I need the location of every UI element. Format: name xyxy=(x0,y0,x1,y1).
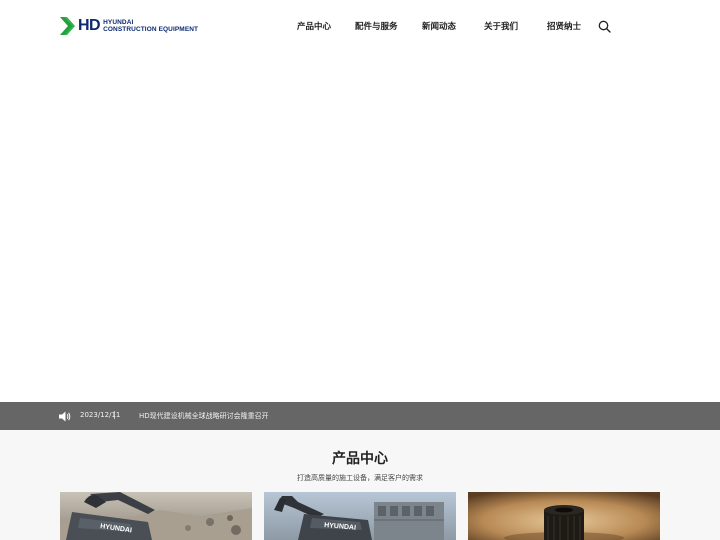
nav-item-parts-service[interactable]: 配件与服务 xyxy=(355,20,398,32)
news-headline-link[interactable]: HD现代建设机械全球战略研讨会隆重召开 xyxy=(139,411,269,421)
logo-line-2: CONSTRUCTION EQUIPMENT xyxy=(103,26,199,33)
nav-item-products[interactable]: 产品中心 xyxy=(297,20,331,32)
logo-wordmark: HYUNDAI CONSTRUCTION EQUIPMENT xyxy=(103,19,198,33)
site-header: HD HYUNDAI CONSTRUCTION EQUIPMENT 产品中心 配… xyxy=(0,0,720,52)
news-separator: | xyxy=(113,410,116,419)
section-subtitle: 打造高质量的施工设备，满足客户的需求 xyxy=(297,474,423,482)
section-title: 产品中心 xyxy=(332,451,388,467)
search-icon[interactable] xyxy=(598,20,611,33)
nav-item-about[interactable]: 关于我们 xyxy=(484,20,518,32)
products-section: 产品中心 打造高质量的施工设备，满足客户的需求 HYUNDAI HYUNDAI xyxy=(0,430,720,540)
excavator-site-image: HYUNDAI xyxy=(264,492,456,540)
logo-line-1: HYUNDAI xyxy=(103,19,134,26)
product-card-excavator-quarry[interactable]: HYUNDAI xyxy=(60,492,252,540)
nav-item-careers[interactable]: 招贤纳士 xyxy=(547,20,581,32)
product-card-excavator-site[interactable]: HYUNDAI xyxy=(264,492,456,540)
speaker-icon xyxy=(59,411,71,422)
brand-logo[interactable]: HD HYUNDAI CONSTRUCTION EQUIPMENT xyxy=(60,17,198,35)
excavator-quarry-image: HYUNDAI xyxy=(60,492,252,540)
hero-banner[interactable] xyxy=(0,52,720,402)
logo-hd-text: HD xyxy=(78,17,101,34)
product-card-parts[interactable] xyxy=(468,492,660,540)
logo-chevron-icon xyxy=(60,17,75,35)
nav-item-news[interactable]: 新闻动态 xyxy=(422,20,456,32)
parts-filter-image xyxy=(468,492,660,540)
news-ticker: 2023/12/11 | HD现代建设机械全球战略研讨会隆重召开 xyxy=(0,402,720,430)
